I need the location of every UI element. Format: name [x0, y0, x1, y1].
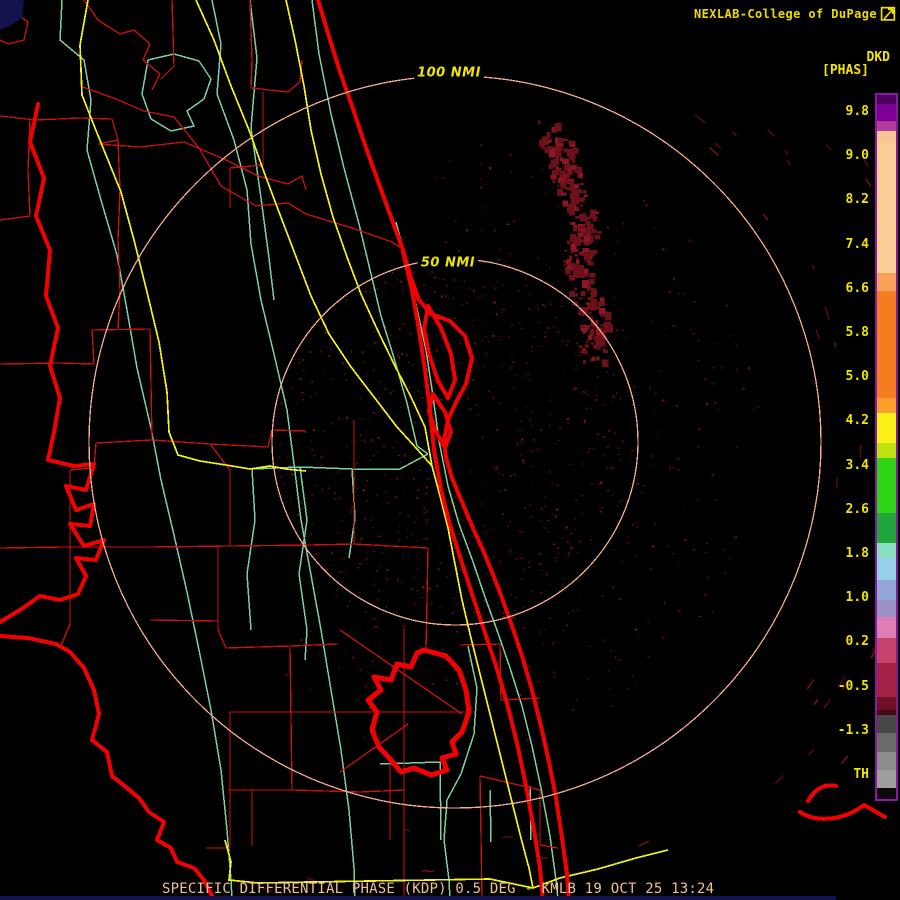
colorbar-segment: [877, 617, 896, 638]
colorbar-segment: [877, 663, 896, 697]
colorbar-tick-label: -1.3: [837, 722, 869, 738]
page-title: NEXLAB-College of DuPage: [694, 7, 877, 21]
colorbar-tick-label: 3.4: [845, 457, 869, 473]
range-ring-label: 100 NMI: [414, 65, 484, 81]
radar-display-screen: NEXLAB-College of DuPage DKD [PHAS] 9.8 9…: [0, 0, 900, 900]
radar-echo-layer: [260, 68, 895, 893]
colorbar-tick-label: 2.6: [845, 501, 869, 517]
product-id-label: DKD: [866, 50, 890, 65]
colorbar-segment: [877, 413, 896, 443]
colorbar-tick-label: 0.2: [845, 634, 869, 650]
colorbar-tick-label: 7.4: [845, 236, 869, 252]
colorbar-segment: [877, 558, 896, 580]
colorbar-segment: [877, 580, 896, 600]
colorbar: [875, 93, 898, 801]
colorbar-segment: [877, 752, 896, 770]
colorbar-segment: [877, 458, 896, 513]
box-diagonal-arrow-icon: [880, 6, 896, 21]
colorbar-tick-label: 8.2: [845, 192, 869, 208]
product-units-label: [PHAS]: [822, 63, 869, 78]
colorbar-segment: [877, 95, 896, 104]
range-ring-label: 50 NMI: [417, 255, 479, 271]
colorbar-segment: [877, 543, 896, 558]
colorbar-segment: [877, 513, 896, 543]
colorbar-tick-label: 5.8: [845, 325, 869, 340]
colorbar-segment: [877, 131, 896, 143]
colorbar-segment: [877, 770, 896, 788]
corner-border-patch: [0, 0, 24, 30]
colorbar-tick-label: 5.0: [845, 369, 869, 385]
colorbar-segment: [877, 443, 896, 458]
highways-layer: [79, 0, 669, 889]
colorbar-segment: [877, 733, 896, 752]
coastline-layer: [0, 0, 887, 900]
colorbar-tick-label: 9.8: [845, 104, 869, 119]
colorbar-tick-label: 1.8: [845, 546, 869, 561]
product-caption: SPECIFIC DIFFERENTIAL PHASE (KDP) 0.5 DE…: [162, 881, 715, 897]
colorbar-tick-label: 6.6: [845, 280, 869, 296]
colorbar-tick-label: 9.0: [845, 148, 869, 164]
colorbar-segment: [877, 398, 896, 413]
colorbar-segment: [877, 104, 896, 121]
colorbar-segment: [877, 291, 896, 398]
colorbar-segment: [877, 715, 896, 733]
radar-map-canvas: [0, 0, 895, 900]
colorbar-tick-label: 4.2: [845, 413, 869, 429]
colorbar-segment: [877, 143, 896, 273]
colorbar-segment: [877, 273, 896, 291]
county-borders-layer: [0, 0, 559, 900]
colorbar-tick-label: 1.0: [845, 590, 869, 606]
colorbar-segment: [877, 638, 896, 663]
colorbar-segment: [877, 600, 896, 617]
colorbar-tick-label: TH: [853, 767, 869, 782]
range-rings-layer: [88, 75, 822, 809]
roads-teal-layer: [59, 0, 559, 900]
colorbar-segment: [877, 121, 896, 131]
colorbar-segment: [877, 788, 896, 799]
colorbar-segment: [877, 697, 896, 710]
colorbar-tick-label: -0.5: [837, 678, 869, 694]
